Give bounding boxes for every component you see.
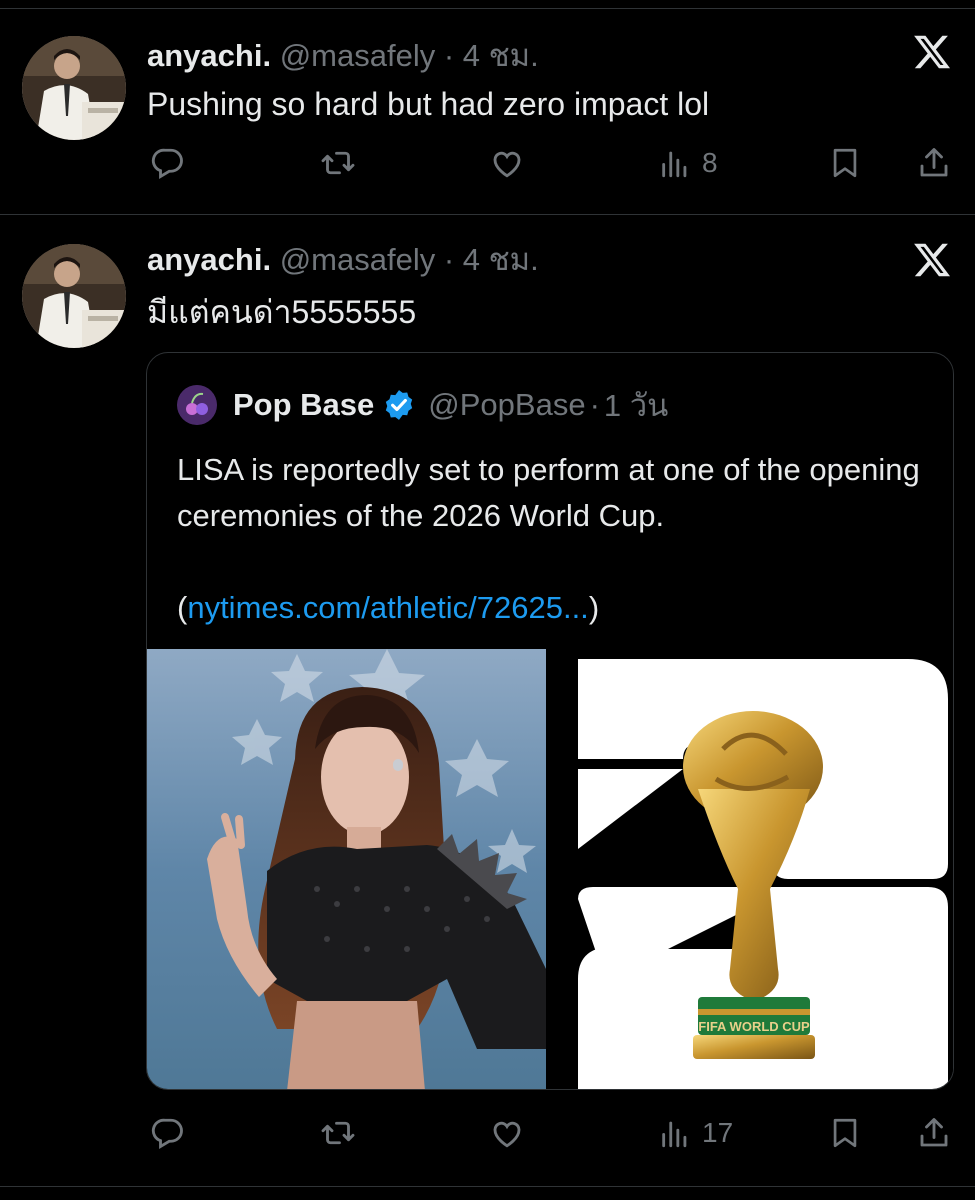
reply-button[interactable] bbox=[150, 138, 186, 188]
share-icon bbox=[920, 148, 948, 177]
separator-dot: · bbox=[589, 387, 600, 422]
like-icon bbox=[493, 151, 521, 178]
user-handle[interactable]: @masafely bbox=[280, 38, 436, 73]
separator-dot: · bbox=[443, 242, 455, 277]
views-button[interactable]: 8 bbox=[658, 138, 718, 188]
retweet-button[interactable] bbox=[318, 138, 358, 188]
bookmark-icon bbox=[833, 1118, 857, 1148]
article-link[interactable]: nytimes.com/athletic/72625... bbox=[187, 590, 588, 625]
user-avatar[interactable] bbox=[22, 244, 126, 348]
tweet-text: มีแต่คนด่า5555555 bbox=[147, 294, 417, 330]
quoted-user-handle[interactable]: @PopBase bbox=[428, 387, 585, 423]
retweet-button[interactable] bbox=[318, 1108, 358, 1158]
x-logo-icon bbox=[912, 32, 952, 72]
retweet-icon bbox=[321, 151, 355, 175]
bookmark-button[interactable] bbox=[828, 1108, 862, 1158]
share-button[interactable] bbox=[916, 138, 952, 188]
tweet-header: anyachi. @masafely · 4 ชม. bbox=[147, 240, 539, 280]
quoted-user-avatar[interactable] bbox=[177, 385, 217, 425]
tweet-header: anyachi. @masafely · 4 ชม. bbox=[147, 36, 539, 76]
quoted-tweet[interactable]: Pop Base @PopBase · 1 วัน LISA is report… bbox=[146, 352, 954, 1090]
share-icon bbox=[920, 1118, 948, 1147]
share-button[interactable] bbox=[916, 1108, 952, 1158]
bookmark-icon bbox=[833, 148, 857, 178]
link-open-paren: ( bbox=[177, 590, 188, 625]
tweet-actions: 17 bbox=[0, 1108, 975, 1158]
views-button[interactable]: 17 bbox=[658, 1108, 733, 1158]
like-icon bbox=[493, 1121, 521, 1148]
quoted-tweet-text: LISA is reportedly set to perform at one… bbox=[177, 452, 920, 533]
quoted-tweet-link-line: (nytimes.com/athletic/72625...) bbox=[177, 585, 599, 631]
bookmark-button[interactable] bbox=[828, 138, 862, 188]
trophy-label: FIFA WORLD CUP bbox=[698, 1019, 810, 1034]
timestamp[interactable]: 4 ชม. bbox=[463, 242, 539, 277]
quoted-tweet-header: Pop Base @PopBase · 1 วัน bbox=[177, 383, 668, 427]
views-count: 17 bbox=[702, 1117, 734, 1148]
views-icon bbox=[662, 151, 687, 178]
reply-button[interactable] bbox=[150, 1108, 186, 1158]
x-logo-icon bbox=[912, 240, 952, 280]
timestamp[interactable]: 4 ชม. bbox=[463, 38, 539, 73]
display-name[interactable]: anyachi. bbox=[147, 38, 271, 73]
verified-badge-icon bbox=[386, 390, 413, 420]
user-handle[interactable]: @masafely bbox=[280, 242, 436, 277]
separator-dot: · bbox=[443, 38, 455, 73]
quoted-timestamp[interactable]: 1 วัน bbox=[604, 380, 668, 430]
tweet-divider bbox=[0, 214, 975, 215]
link-close-paren: ) bbox=[588, 590, 600, 625]
views-icon bbox=[662, 1121, 687, 1148]
reply-icon bbox=[151, 148, 183, 180]
tweet-divider bbox=[0, 1186, 975, 1187]
reply-icon bbox=[151, 1118, 183, 1150]
retweet-icon bbox=[321, 1121, 355, 1145]
quoted-display-name[interactable]: Pop Base bbox=[233, 387, 374, 423]
top-divider bbox=[0, 8, 975, 9]
like-button[interactable] bbox=[488, 1108, 526, 1158]
media-image-lisa[interactable] bbox=[147, 649, 546, 1089]
display-name[interactable]: anyachi. bbox=[147, 242, 271, 277]
like-button[interactable] bbox=[488, 138, 526, 188]
tweet-text: Pushing so hard but had zero impact lol bbox=[147, 86, 710, 122]
tweet-actions: 8 bbox=[0, 138, 975, 188]
user-avatar[interactable] bbox=[22, 36, 126, 140]
views-count: 8 bbox=[702, 147, 718, 178]
media-image-world-cup[interactable]: FIFA WORLD CUP bbox=[548, 649, 953, 1089]
